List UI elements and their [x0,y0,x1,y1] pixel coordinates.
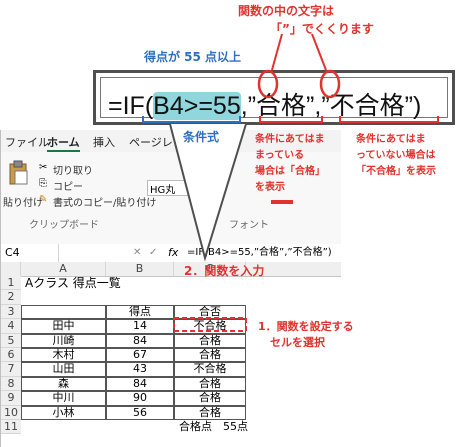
selected-cell-highlight [173,317,247,332]
false-note: 条件にあてはま っていない場合は 「不合格」を表示 [356,132,436,180]
true-note: 条件にあてはま まっている 場合は「合格」 を表示 [255,132,325,196]
step1-label-line1: 1．関数を設定する [258,320,354,333]
condition-caption: 条件式 [183,130,220,144]
false-note-line: 「不合格」を表示 [356,166,436,177]
quote-circle-left [257,69,279,99]
true-note-line: を表示 [255,182,285,193]
false-note-line: っていない場合は [356,150,436,161]
false-note-line: 条件にあてはま [356,134,426,145]
true-note-line: まっている [255,150,305,161]
quote-pointer-right [311,33,327,71]
true-note-line: 場合は「合格」 [255,166,325,177]
annotation-overlay [142,33,439,332]
step2-label: 2．関数を入力 [184,264,265,278]
condition-bracket [142,116,241,123]
false-bracket [339,116,439,123]
true-bracket [259,116,323,123]
step1-label-line2: セルを選択 [270,336,325,349]
true-note-line: 条件にあてはま [255,134,325,145]
quote-circle-right [319,69,341,99]
quote-pointer-left [271,33,283,71]
